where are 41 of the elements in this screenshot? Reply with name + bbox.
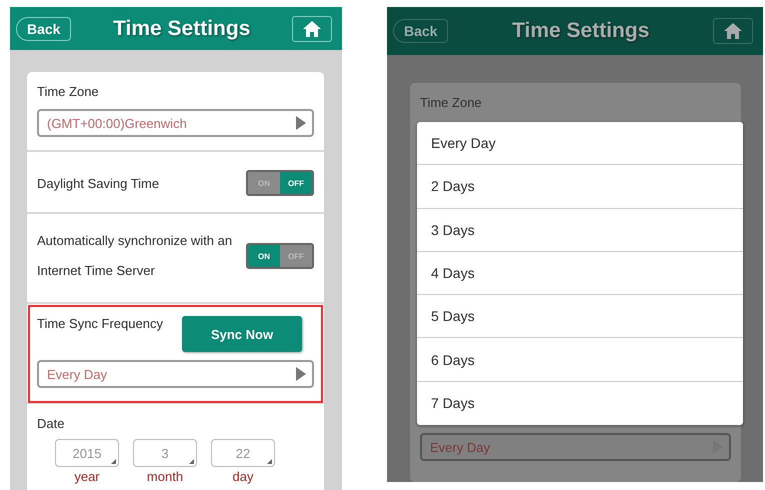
select-value: (GMT+00:00)Greenwich — [47, 116, 187, 130]
dropdown-option[interactable]: Every Day — [417, 122, 743, 166]
date-field[interactable]: 2015 — [55, 439, 119, 467]
corner-icon — [111, 459, 116, 464]
home-icon — [303, 20, 321, 36]
setting-label: Daylight Saving Time — [37, 176, 160, 190]
date-caption: day — [232, 469, 254, 484]
date-field[interactable]: 3 — [133, 439, 197, 467]
triangle-arrow-icon — [296, 116, 306, 130]
dropdown-option[interactable]: 6 Days — [417, 338, 743, 382]
back-button[interactable]: Back — [393, 19, 448, 43]
toggle-on-label: ON — [248, 245, 280, 267]
home-button[interactable] — [292, 16, 332, 42]
back-button[interactable]: Back — [16, 16, 72, 40]
select-value: Every Day — [430, 440, 490, 454]
date-caption: month — [146, 469, 184, 484]
date-caption: year — [74, 469, 100, 484]
time-zone-select[interactable]: (GMT+00:00)Greenwich — [37, 109, 314, 137]
dropdown-option[interactable]: 3 Days — [417, 208, 743, 252]
date-field[interactable]: 22 — [211, 439, 275, 467]
frequency-select[interactable]: Every Day — [37, 360, 314, 388]
home-button[interactable] — [713, 18, 753, 44]
dropdown-option[interactable]: 4 Days — [417, 252, 743, 296]
toggle-off-label: OFF — [280, 172, 312, 194]
field-label: Date — [37, 416, 66, 431]
setting-label: Automatically synchronize with an Internet Time Server — [37, 232, 234, 280]
dropdown-option[interactable]: 2 Days — [417, 165, 743, 209]
field-label: Time Zone — [37, 84, 100, 99]
select-value: Every Day — [47, 366, 107, 382]
field-label: Time Zone — [420, 95, 483, 110]
corner-icon — [189, 459, 194, 464]
frequency-select[interactable]: Every Day — [420, 433, 731, 461]
triangle-arrow-icon — [296, 367, 306, 381]
dropdown-option[interactable]: 5 Days — [417, 295, 743, 338]
screen-title: Time Settings — [113, 16, 250, 40]
home-icon — [724, 23, 742, 39]
screen-title: Time Settings — [512, 19, 650, 43]
dropdown-option[interactable]: 7 Days — [417, 382, 743, 426]
field-label: Time Sync Frequency — [37, 316, 163, 331]
corner-icon — [267, 459, 272, 464]
sync-now-button[interactable]: Sync Now — [182, 316, 302, 352]
